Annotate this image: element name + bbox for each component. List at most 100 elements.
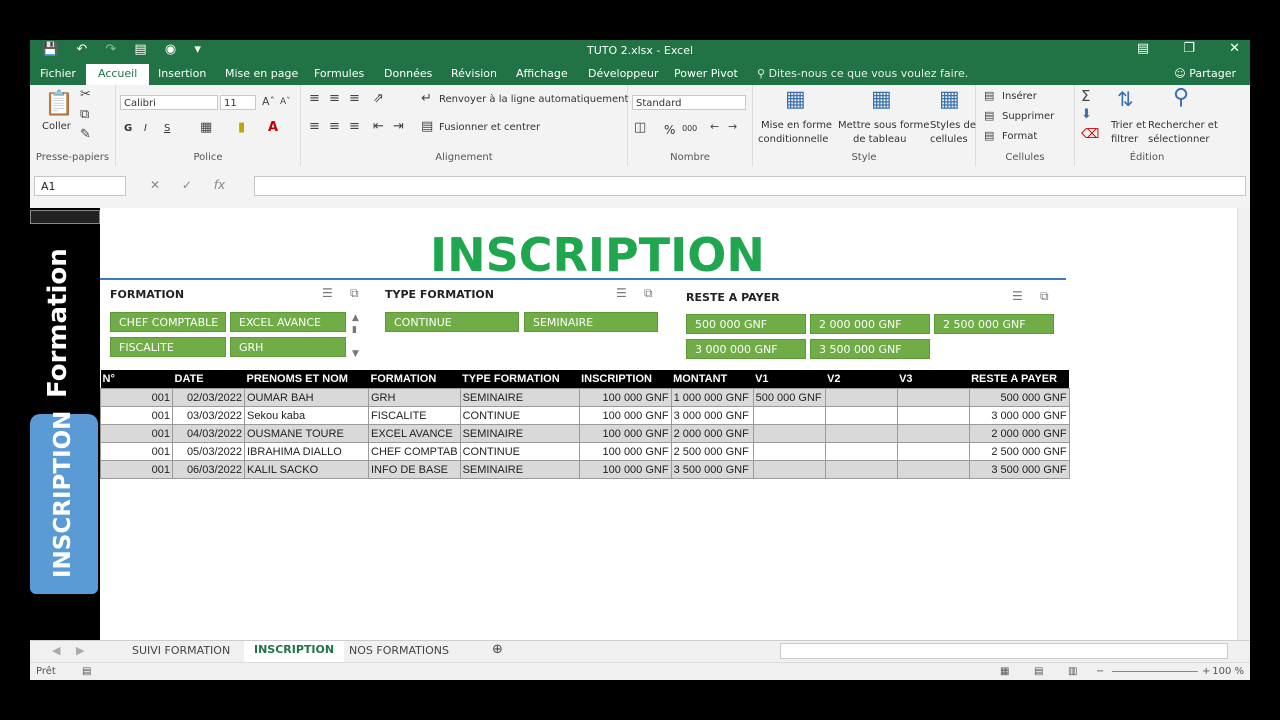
cell-no[interactable]: 001 bbox=[100, 424, 173, 443]
cell-reste[interactable]: 2 000 000 GNF bbox=[968, 424, 1070, 443]
cell-type[interactable]: SEMINAIRE bbox=[459, 460, 580, 479]
cell-montant[interactable]: 1 000 000 GNF bbox=[670, 388, 754, 407]
zoom-in-icon[interactable]: + bbox=[1202, 666, 1210, 677]
tab-formules[interactable]: Formules bbox=[314, 67, 364, 80]
cut-icon[interactable]: ✂ bbox=[80, 87, 91, 102]
cell-v1[interactable] bbox=[752, 424, 826, 443]
cell-name[interactable]: Sekou kaba bbox=[244, 406, 369, 425]
align-right-icon[interactable]: ≡ bbox=[349, 119, 360, 134]
cell-inscription[interactable]: 100 000 GNF bbox=[578, 424, 672, 443]
page-layout-icon[interactable]: ▤ bbox=[1034, 666, 1043, 677]
next-sheet-icon[interactable]: ▶ bbox=[76, 644, 84, 657]
slicer-item-3000000[interactable]: 3 000 000 GNF bbox=[686, 339, 806, 359]
macro-record-icon[interactable]: ▤ bbox=[82, 666, 91, 677]
cell-name[interactable]: OUMAR BAH bbox=[244, 388, 369, 407]
slicer-item-continue[interactable]: CONTINUE bbox=[385, 312, 519, 332]
cell-reste[interactable]: 3 000 000 GNF bbox=[968, 406, 1070, 425]
grow-font-icon[interactable]: Aˆ bbox=[262, 95, 275, 108]
sort-filter-button[interactable]: Trier et bbox=[1111, 120, 1146, 131]
cell-no[interactable]: 001 bbox=[100, 460, 173, 479]
cell-v1[interactable] bbox=[752, 406, 826, 425]
cell-inscription[interactable]: 100 000 GNF bbox=[578, 406, 672, 425]
tab-accueil[interactable]: Accueil bbox=[86, 63, 150, 86]
cell-name[interactable]: IBRAHIMA DIALLO bbox=[244, 442, 369, 461]
shrink-font-icon[interactable]: Aˇ bbox=[280, 97, 291, 107]
header-reste-a-payer[interactable]: RESTE A PAYER bbox=[969, 370, 1070, 389]
cell-inscription[interactable]: 100 000 GNF bbox=[578, 442, 672, 461]
tab-mise-en-page[interactable]: Mise en page bbox=[225, 67, 298, 80]
slicer-item-2500000[interactable]: 2 500 000 GNF bbox=[934, 314, 1054, 334]
vertical-scrollbar[interactable] bbox=[1237, 208, 1250, 640]
cell-styles-button[interactable]: Styles de bbox=[930, 120, 976, 131]
inscription-nav-button[interactable]: INSCRIPTION bbox=[30, 411, 98, 594]
header-v3[interactable]: V3 bbox=[897, 370, 970, 389]
cell-montant[interactable]: 3 000 000 GNF bbox=[670, 406, 754, 425]
sort-filter-icon[interactable]: ⇅ bbox=[1117, 87, 1134, 111]
cell-v2[interactable] bbox=[824, 424, 898, 443]
slicer-item-excel-avance[interactable]: EXCEL AVANCE bbox=[230, 312, 346, 332]
cell-inscription[interactable]: 100 000 GNF bbox=[578, 388, 672, 407]
tab-revision[interactable]: Révision bbox=[451, 67, 497, 80]
ribbon-display-icon[interactable]: ▤ bbox=[1137, 41, 1149, 56]
header-inscription[interactable]: INSCRIPTION bbox=[579, 370, 672, 389]
name-box[interactable]: A1 bbox=[34, 176, 126, 196]
cell-name[interactable]: OUSMANE TOURE bbox=[244, 424, 369, 443]
header-no[interactable]: N° bbox=[100, 370, 173, 389]
cell-formation[interactable]: CHEF COMPTAB bbox=[368, 442, 461, 461]
cell-v3[interactable] bbox=[896, 424, 970, 443]
paste-icon[interactable]: 📋 bbox=[44, 89, 74, 117]
cell-v1[interactable] bbox=[752, 460, 826, 479]
thousands-button[interactable]: 000 bbox=[682, 124, 697, 133]
format-table-button[interactable]: Mettre sous forme bbox=[838, 120, 929, 131]
cell-v3[interactable] bbox=[896, 406, 970, 425]
multi-select-icon[interactable]: ☰ bbox=[1012, 289, 1023, 303]
delete-icon[interactable]: ▤ bbox=[984, 109, 994, 122]
conditional-format-icon[interactable]: ▦ bbox=[785, 87, 806, 112]
decrease-indent-icon[interactable]: ⇤ bbox=[373, 119, 384, 134]
tab-power-pivot[interactable]: Power Pivot bbox=[674, 67, 738, 80]
cell-formation[interactable]: GRH bbox=[368, 388, 461, 407]
cell-reste[interactable]: 3 500 000 GNF bbox=[968, 460, 1070, 479]
borders-icon[interactable]: ▦ bbox=[200, 120, 212, 135]
clear-filter-icon[interactable]: ⧉ bbox=[1040, 289, 1049, 304]
italic-button[interactable]: I bbox=[144, 123, 147, 134]
enter-icon[interactable]: ✓ bbox=[182, 178, 192, 192]
find-select-icon[interactable]: ⚲ bbox=[1173, 85, 1189, 110]
add-sheet-icon[interactable]: ⊕ bbox=[492, 642, 503, 657]
cell-v1[interactable]: 500 000 GNF bbox=[752, 388, 826, 407]
tab-insertion[interactable]: Insertion bbox=[158, 67, 206, 80]
align-middle-icon[interactable]: ≡ bbox=[329, 91, 340, 106]
tab-developpeur[interactable]: Développeur bbox=[588, 67, 659, 80]
page-break-icon[interactable]: ▥ bbox=[1068, 666, 1077, 677]
paste-button[interactable]: Coller bbox=[42, 121, 71, 132]
orientation-icon[interactable]: ⇗ bbox=[373, 91, 384, 106]
merge-center-button[interactable]: Fusionner et centrer bbox=[439, 122, 540, 133]
cell-v2[interactable] bbox=[824, 442, 898, 461]
worksheet[interactable]: Formation INSCRIPTION INSCRIPTION FORMAT… bbox=[30, 208, 1238, 640]
cell-v3[interactable] bbox=[896, 388, 970, 407]
bold-button[interactable]: G bbox=[124, 123, 132, 134]
header-type-formation[interactable]: TYPE FORMATION bbox=[460, 370, 580, 389]
header-montant[interactable]: MONTANT bbox=[671, 370, 754, 389]
cell-montant[interactable]: 2 000 000 GNF bbox=[670, 424, 754, 443]
format-painter-icon[interactable]: ✎ bbox=[80, 127, 91, 142]
merge-icon[interactable]: ▤ bbox=[421, 119, 433, 134]
cancel-icon[interactable]: ✕ bbox=[150, 178, 160, 192]
underline-button[interactable]: S bbox=[164, 123, 170, 134]
format-icon[interactable]: ▤ bbox=[984, 129, 994, 142]
multi-select-icon[interactable]: ☰ bbox=[322, 286, 333, 300]
zoom-level[interactable]: 100 % bbox=[1212, 666, 1244, 677]
selected-cell-a1[interactable] bbox=[30, 210, 100, 224]
slicer-item-500000[interactable]: 500 000 GNF bbox=[686, 314, 806, 334]
conditional-format-button[interactable]: Mise en forme bbox=[761, 120, 832, 131]
cell-no[interactable]: 001 bbox=[100, 388, 173, 407]
header-formation[interactable]: FORMATION bbox=[368, 370, 461, 389]
decrease-decimal-icon[interactable]: → bbox=[728, 120, 737, 133]
cell-v3[interactable] bbox=[896, 460, 970, 479]
autosum-icon[interactable]: Σ bbox=[1081, 87, 1090, 105]
zoom-out-icon[interactable]: − bbox=[1096, 666, 1104, 677]
align-top-icon[interactable]: ≡ bbox=[309, 91, 320, 106]
cell-date[interactable]: 05/03/2022 bbox=[172, 442, 245, 461]
align-bottom-icon[interactable]: ≡ bbox=[349, 91, 360, 106]
cell-montant[interactable]: 2 500 000 GNF bbox=[670, 442, 754, 461]
